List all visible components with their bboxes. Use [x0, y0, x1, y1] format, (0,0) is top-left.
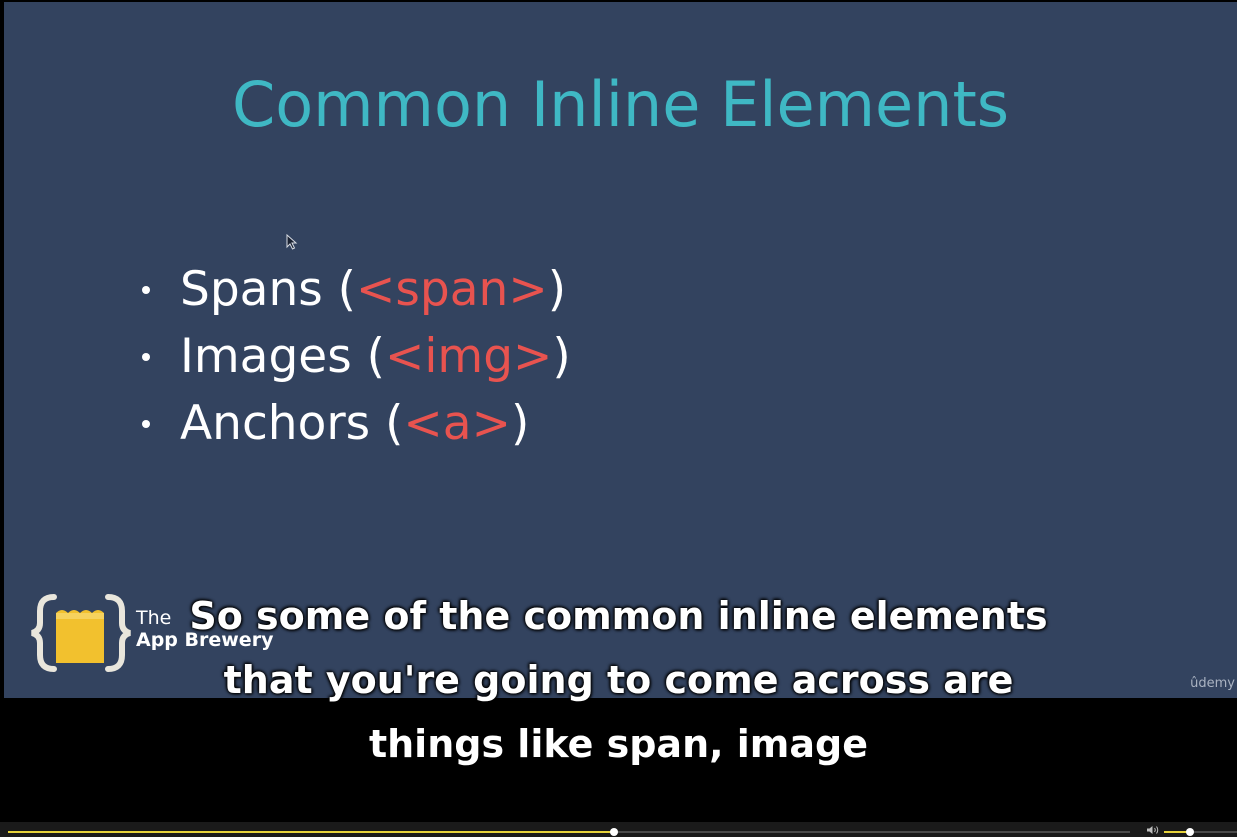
progress-fill: [8, 831, 614, 833]
bullet-tag: <img>: [384, 329, 553, 384]
bullet-dot: [142, 419, 150, 428]
progress-scrubber[interactable]: [609, 828, 618, 836]
bullet-close: ): [552, 329, 571, 384]
bullet-item-images: Images (<img>): [136, 323, 571, 390]
volume-icon[interactable]: [1146, 825, 1160, 835]
caption-line: So some of the common inline elements: [189, 594, 1048, 638]
caption-line: things like span, image: [368, 722, 869, 766]
bullet-item-spans: Spans (<span>): [136, 256, 571, 323]
volume-knob[interactable]: [1186, 828, 1195, 836]
player-control-bar: [0, 822, 1237, 837]
progress-bar[interactable]: [8, 828, 1130, 836]
volume-slider[interactable]: [1164, 828, 1237, 836]
video-player[interactable]: Common Inline Elements Spans (<span>) Im…: [0, 0, 1237, 837]
caption-overlay: So some of the common inline elements th…: [0, 584, 1237, 776]
slide-title: Common Inline Elements: [231, 68, 1010, 141]
bullet-dot: [142, 352, 150, 361]
bullet-close: ): [547, 262, 567, 317]
bullet-close: ): [511, 396, 530, 451]
bullet-label: Anchors (: [180, 396, 404, 451]
bullet-dot: [142, 285, 150, 294]
caption-line: that you're going to come across are: [223, 658, 1014, 702]
bullet-tag: <span>: [356, 262, 548, 317]
bullet-label: Spans (: [180, 262, 357, 317]
mouse-cursor-icon: [286, 234, 298, 250]
bullet-label: Images (: [180, 329, 385, 384]
bullet-list: Spans (<span>) Images (<img>) Anchors (<…: [136, 256, 571, 457]
bullet-tag: <a>: [403, 396, 511, 451]
bullet-item-anchors: Anchors (<a>): [136, 390, 571, 457]
